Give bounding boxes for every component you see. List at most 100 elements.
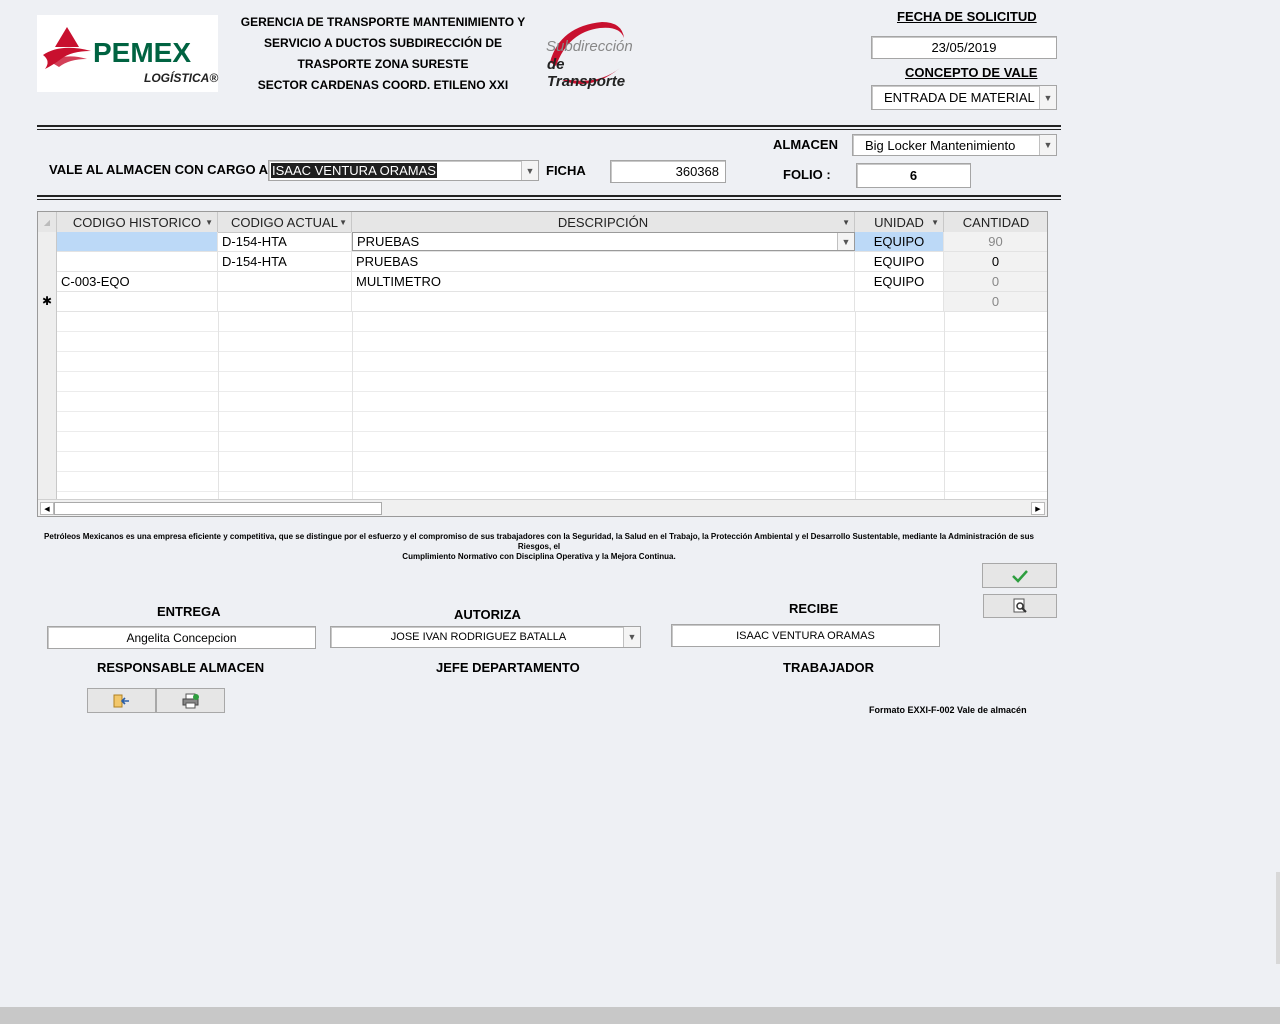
col-header-codigo-historico[interactable]: CODIGO HISTORICO ▼ [57, 212, 218, 232]
col-line [944, 312, 945, 502]
print-button[interactable] [156, 688, 225, 713]
print-preview-icon [1013, 598, 1027, 613]
title-line-2: SERVICIO A DUCTOS SUBDIRECCIÓN DE [263, 36, 503, 50]
new-record-row[interactable]: 0 [57, 292, 1047, 312]
almacen-dropdown-button[interactable]: ▼ [1039, 135, 1056, 155]
cargo-label: VALE AL ALMACEN CON CARGO A: [49, 162, 273, 177]
autoriza-combo[interactable]: JOSE IVAN RODRIGUEZ BATALLA ▼ [330, 626, 641, 648]
cell-cantidad[interactable]: 0 [944, 252, 1047, 271]
cell-codigo-actual[interactable] [218, 292, 352, 311]
autoriza-dropdown-button[interactable]: ▼ [623, 627, 640, 647]
scroll-left-icon[interactable]: ◀ [40, 502, 54, 515]
cell-unidad[interactable]: EQUIPO [855, 232, 944, 251]
entrega-value: Angelita Concepcion [126, 630, 237, 645]
row-selector-column [38, 232, 57, 502]
concepto-value: ENTRADA DE MATERIAL [884, 90, 1035, 105]
divider-mid-1 [37, 195, 1061, 197]
new-row-marker-icon: ✱ [42, 294, 53, 308]
cell-unidad[interactable]: EQUIPO [855, 252, 944, 271]
col-header-label: UNIDAD [874, 214, 924, 230]
cell-descripcion[interactable]: PRUEBAS ▼ [352, 232, 855, 251]
entrega-field[interactable]: Angelita Concepcion [47, 626, 316, 649]
concepto-dropdown-button[interactable]: ▼ [1039, 86, 1056, 109]
preview-button[interactable] [983, 594, 1057, 618]
folio-field[interactable]: 6 [856, 163, 971, 188]
cell-descripcion[interactable]: PRUEBAS [352, 252, 855, 271]
grid-header: ◢ CODIGO HISTORICO ▼ CODIGO ACTUAL ▼ DESCR… [38, 212, 1047, 233]
recibe-field[interactable]: ISAAC VENTURA ORAMAS [671, 624, 940, 647]
chevron-down-icon: ▼ [841, 236, 851, 247]
mission-line-2: Cumplimiento Normativo con Disciplina Op… [402, 552, 676, 561]
table-row[interactable]: D-154-HTA PRUEBAS ▼ EQUIPO 90 [57, 232, 1047, 252]
scroll-right-icon[interactable]: ▶ [1031, 502, 1045, 515]
descripcion-value: PRUEBAS [357, 234, 420, 249]
cell-unidad[interactable] [855, 292, 944, 311]
autoriza-role: JEFE DEPARTAMENTO [436, 660, 580, 675]
cell-codigo-historico[interactable] [57, 292, 218, 311]
pemex-eagle-icon [43, 27, 91, 69]
almacen-combo[interactable]: Big Locker Mantenimiento ▼ [852, 134, 1057, 156]
checkmark-icon [1011, 569, 1028, 583]
almacen-value: Big Locker Mantenimiento [865, 137, 1016, 153]
sort-arrow-icon[interactable]: ▼ [205, 218, 213, 227]
bottom-status-bar [0, 1007, 1280, 1024]
exit-button[interactable] [87, 688, 156, 713]
cargo-dropdown-button[interactable]: ▼ [521, 161, 538, 180]
chevron-down-icon: ▼ [525, 165, 535, 176]
right-edge-marker [1276, 872, 1280, 964]
cell-cantidad[interactable]: 0 [944, 272, 1047, 291]
pemex-brand-text: PEMEX [93, 37, 192, 68]
cargo-combo[interactable]: ISAAC VENTURA ORAMAS ▼ [268, 160, 539, 181]
chevron-down-icon: ▼ [627, 632, 637, 642]
folio-label: FOLIO : [783, 167, 831, 182]
mission-line-1: Petróleos Mexicanos es una empresa efici… [44, 532, 1034, 551]
col-header-label: DESCRIPCIÓN [557, 214, 649, 230]
cell-codigo-historico[interactable] [57, 232, 218, 251]
items-grid[interactable]: ◢ CODIGO HISTORICO ▼ CODIGO ACTUAL ▼ DESCR… [37, 211, 1048, 517]
col-header-codigo-actual[interactable]: CODIGO ACTUAL ▼ [218, 212, 352, 232]
fecha-field[interactable]: 23/05/2019 [871, 36, 1057, 59]
cell-descripcion[interactable]: MULTIMETRO [352, 272, 855, 291]
col-line [218, 312, 219, 502]
table-row[interactable]: D-154-HTA PRUEBAS EQUIPO 0 [57, 252, 1047, 272]
grid-empty-area [57, 312, 1047, 502]
horizontal-scrollbar[interactable]: ◀ ▶ [38, 499, 1047, 516]
col-header-descripcion[interactable]: DESCRIPCIÓN ▼ [352, 212, 855, 232]
concepto-label: CONCEPTO DE VALE [905, 65, 1038, 80]
recibe-value: ISAAC VENTURA ORAMAS [736, 629, 875, 642]
exit-door-icon [113, 694, 129, 707]
subdireccion-text-1: Subdirección [546, 38, 633, 55]
almacen-label: ALMACEN [773, 137, 838, 152]
cell-codigo-actual[interactable]: D-154-HTA [218, 232, 352, 251]
ficha-label: FICHA [546, 163, 586, 178]
accept-button[interactable] [982, 563, 1057, 588]
autoriza-value: JOSE IVAN RODRIGUEZ BATALLA [390, 631, 567, 643]
printer-icon [182, 693, 199, 708]
cell-cantidad[interactable]: 90 [944, 232, 1047, 251]
cell-cantidad[interactable]: 0 [944, 292, 1047, 311]
cell-unidad[interactable]: EQUIPO [855, 272, 944, 291]
col-line [855, 312, 856, 502]
scroll-thumb[interactable] [54, 502, 382, 515]
ficha-field[interactable]: 360368 [610, 160, 726, 183]
sort-arrow-icon[interactable]: ▼ [842, 218, 850, 227]
col-header-unidad[interactable]: UNIDAD ▼ [855, 212, 944, 232]
concepto-combo[interactable]: ENTRADA DE MATERIAL ▼ [871, 85, 1057, 110]
cell-codigo-actual[interactable] [218, 272, 352, 291]
cell-codigo-actual[interactable]: D-154-HTA [218, 252, 352, 271]
fecha-label: FECHA DE SOLICITUD [897, 9, 1037, 24]
sort-arrow-icon[interactable]: ▼ [339, 218, 347, 227]
select-all-corner[interactable]: ◢ [38, 212, 57, 232]
autoriza-label: AUTORIZA [454, 607, 521, 622]
sort-arrow-icon[interactable]: ▼ [931, 218, 939, 227]
cell-descripcion[interactable] [352, 292, 855, 311]
descripcion-dropdown-button[interactable]: ▼ [837, 233, 854, 250]
entrega-label: ENTREGA [157, 604, 221, 619]
cell-codigo-historico[interactable]: C-003-EQO [57, 272, 218, 291]
table-row[interactable]: C-003-EQO MULTIMETRO EQUIPO 0 [57, 272, 1047, 292]
col-line [352, 312, 353, 502]
col-header-cantidad[interactable]: CANTIDAD [944, 212, 1047, 232]
chevron-down-icon: ▼ [1043, 92, 1053, 103]
pemex-logo: PEMEX LOGÍSTICA® [37, 15, 218, 92]
cell-codigo-historico[interactable] [57, 252, 218, 271]
